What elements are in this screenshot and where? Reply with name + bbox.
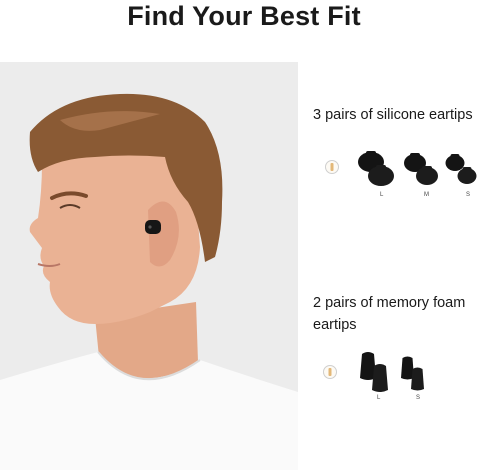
eartip-icon — [411, 367, 424, 391]
foam-eartips-label: 2 pairs of memory foam eartips — [313, 295, 466, 333]
foam-eartips-group: L S — [318, 346, 438, 406]
size-label-s: S — [466, 192, 471, 198]
eartip-icon — [416, 166, 438, 185]
earbud-icon — [145, 220, 161, 234]
size-indicator-icon — [323, 365, 337, 379]
page-title: Find Your Best Fit — [127, 1, 361, 31]
size-label-m: M — [424, 192, 429, 198]
size-label-s: S — [416, 395, 421, 401]
size-label-l: L — [377, 395, 381, 401]
eartip-icon — [372, 364, 388, 392]
silicone-eartips-group: L M S — [318, 146, 488, 202]
silicone-eartips-label: 3 pairs of silicone eartips — [313, 107, 473, 123]
eartip-icon — [368, 165, 394, 186]
eartip-icon — [457, 167, 477, 184]
model-photo — [0, 62, 298, 470]
size-label-l: L — [380, 192, 384, 198]
size-indicator-icon — [325, 160, 339, 174]
